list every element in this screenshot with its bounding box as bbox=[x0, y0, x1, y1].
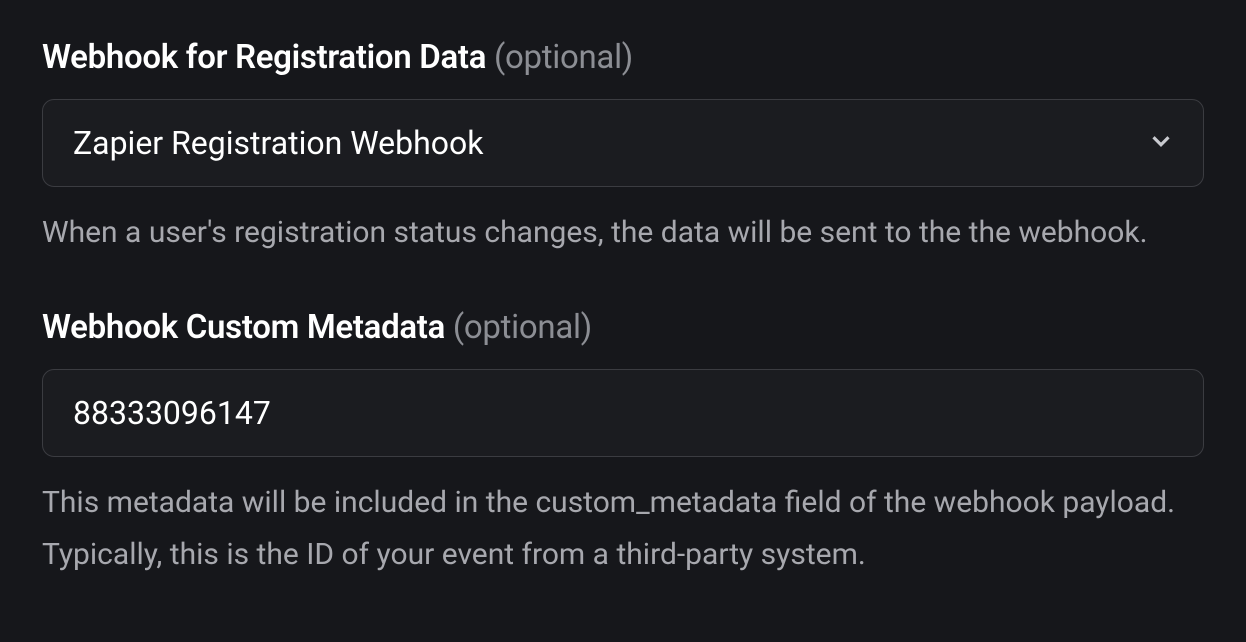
webhook-metadata-group: Webhook Custom Metadata (optional) This … bbox=[42, 308, 1204, 582]
webhook-registration-label: Webhook for Registration Data bbox=[42, 38, 486, 77]
webhook-metadata-helper: This metadata will be included in the cu… bbox=[42, 477, 1204, 582]
webhook-registration-select-wrapper: Zapier Registration Webhook bbox=[42, 99, 1204, 187]
webhook-metadata-label: Webhook Custom Metadata bbox=[42, 308, 445, 347]
webhook-registration-select[interactable]: Zapier Registration Webhook bbox=[42, 99, 1204, 187]
webhook-registration-label-row: Webhook for Registration Data (optional) bbox=[42, 38, 1204, 77]
webhook-registration-selected-value: Zapier Registration Webhook bbox=[73, 124, 483, 162]
webhook-registration-optional-suffix: (optional) bbox=[486, 38, 633, 77]
webhook-metadata-optional-suffix: (optional) bbox=[445, 308, 592, 347]
webhook-registration-helper: When a user's registration status change… bbox=[42, 207, 1204, 260]
webhook-metadata-label-row: Webhook Custom Metadata (optional) bbox=[42, 308, 1204, 347]
webhook-metadata-input[interactable] bbox=[42, 369, 1204, 457]
webhook-registration-group: Webhook for Registration Data (optional)… bbox=[42, 38, 1204, 260]
